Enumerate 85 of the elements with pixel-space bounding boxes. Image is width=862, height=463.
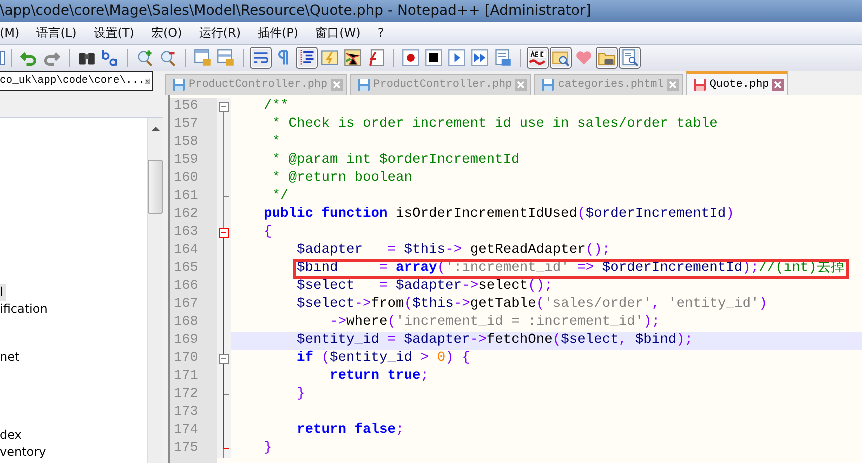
line-number: 174 (173, 422, 200, 440)
line-number: 161 (173, 188, 200, 206)
line-number: 157 (173, 116, 200, 134)
code-line: return true; (329, 368, 430, 386)
code-line: if ($entity_id > 0) { (296, 350, 472, 368)
line-number: 169 (173, 332, 200, 350)
play-icon (448, 49, 466, 67)
line-number: 158 (173, 134, 200, 152)
line-number: 162 (173, 206, 200, 224)
line-number: 163 (173, 224, 200, 242)
stop-icon (425, 49, 443, 67)
line-number: 170 (173, 350, 200, 368)
line-number: 159 (173, 152, 200, 170)
close-icon[interactable] (772, 78, 784, 90)
line-number: 156 (173, 98, 200, 116)
heart-icon (575, 49, 593, 67)
tree-item[interactable]: l (0, 284, 6, 301)
folder-search-icon (552, 49, 570, 67)
tab-label: ProductController.php (374, 79, 512, 91)
menu-item[interactable]: 宏(O) (151, 24, 182, 42)
line-number: 165 (173, 260, 200, 278)
line-number: 164 (173, 242, 200, 260)
code-line: $select = $adapter->select(); (296, 278, 554, 296)
line-number: 168 (173, 314, 200, 332)
document-icon[interactable] (0, 50, 5, 66)
line-number: 166 (173, 278, 200, 296)
scroll-thumb[interactable] (148, 160, 163, 214)
toolbar-button[interactable] (527, 47, 549, 69)
document-search-icon (621, 49, 639, 67)
code-line: $adapter = $this-> getReadAdapter(); (296, 242, 612, 260)
tree-item[interactable]: ventory (0, 444, 50, 461)
menu-item[interactable]: 设置(T) (94, 24, 134, 42)
tab-label: Quote.php (710, 78, 770, 90)
spellcheck-icon (529, 49, 547, 67)
code-line: { (263, 224, 274, 242)
tab-label: ProductController.php (189, 79, 328, 91)
code-line: * Check is order increment id use in sales/order table (271, 116, 719, 134)
menu-item[interactable]: 插件(P) (258, 24, 299, 42)
toolbar-button[interactable] (296, 47, 318, 69)
replace-icon (101, 49, 119, 67)
tree-item[interactable]: net (0, 349, 23, 366)
code-line: } (296, 386, 306, 404)
tree-item[interactable]: dex (0, 427, 25, 444)
tree-item[interactable]: ification (0, 301, 51, 318)
document-lightning-icon (321, 49, 339, 67)
fold-margin-drawing[interactable] (217, 98, 231, 458)
toolbar-button[interactable] (423, 47, 445, 69)
zoom-out-icon (159, 49, 177, 67)
fast-forward-icon (471, 49, 489, 67)
code-line: * @param int $orderIncrementId (271, 152, 521, 170)
toolbar-button[interactable] (342, 47, 364, 69)
indent-guide-icon (298, 49, 316, 67)
code-line: $select->from($this->getTable('sales/order', 'entity_id') (296, 296, 768, 314)
window-lock-icon (194, 49, 212, 67)
zoom-in-icon (136, 49, 154, 67)
record-icon (402, 49, 420, 67)
code-line: /** (263, 98, 290, 116)
menu-item[interactable]: 语言(L) (36, 24, 77, 42)
tab-label: categories.phtml (558, 79, 664, 91)
menu-item[interactable]: ? (378, 26, 384, 40)
scrollbar[interactable] (147, 118, 163, 463)
map-icon (344, 49, 362, 67)
menu-item[interactable]: 运行(R) (199, 24, 241, 42)
line-number: 160 (173, 170, 200, 188)
code-line: * @return boolean (271, 170, 414, 188)
menu-item[interactable]: (M) (0, 26, 20, 40)
line-number: 171 (173, 368, 200, 386)
menu-item[interactable]: 窗口(W) (316, 24, 361, 42)
line-number: 173 (173, 404, 200, 422)
code-line: } (263, 440, 274, 458)
line-number: 172 (173, 386, 200, 404)
code-line: public function isOrderIncrementIdUsed($orderIncrementId) (263, 206, 736, 224)
function-document-icon (367, 49, 385, 67)
line-number: 175 (173, 440, 200, 458)
window-lock-icon (217, 49, 235, 67)
code-line: * (271, 134, 282, 152)
code-line: return false; (296, 422, 406, 440)
save-document-icon (494, 49, 512, 67)
scroll-up-icon[interactable] (152, 126, 160, 132)
code-line: */ (271, 188, 290, 206)
file-tab[interactable]: Quote.php (686, 71, 788, 95)
panel-path: co_uk\app\code\core\... (0, 75, 145, 87)
window-title: \app\code\core\Mage\Sales\Model\Resource\Quote.php - Notepad++ [Administrator] (0, 3, 592, 19)
code-line: ->where('increment_id = :increment_id'); (329, 314, 662, 332)
line-number: 167 (173, 296, 200, 314)
